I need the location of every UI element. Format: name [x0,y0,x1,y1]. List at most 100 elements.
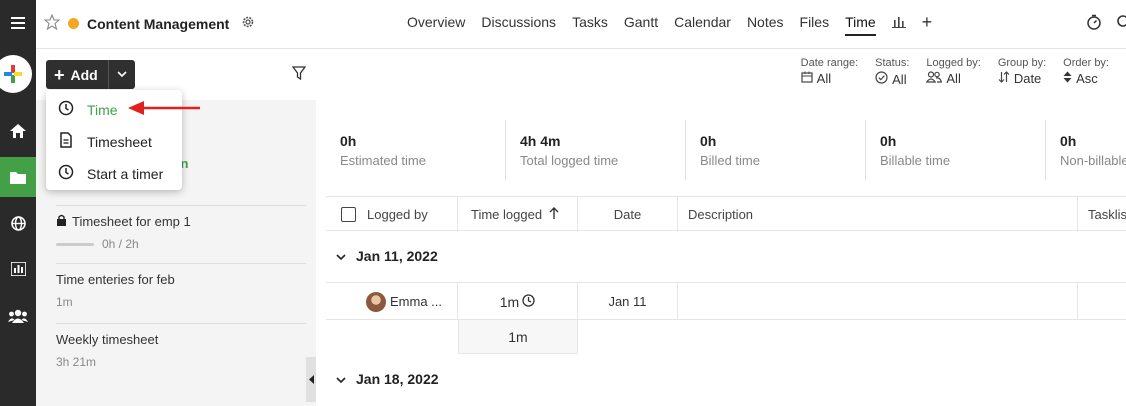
chevron-down-icon [336,371,346,387]
search-icon[interactable] [1116,14,1126,33]
summary-value: 0h [340,133,357,149]
time-logged-column[interactable]: Time logged [458,197,578,232]
group-date: Jan 11, 2022 [356,248,438,264]
logged-by-cell: Emma ... [326,283,458,320]
description-column[interactable]: Description [678,197,1078,232]
filter-label: Status: [875,57,910,69]
quick-add-icon[interactable] [0,55,32,93]
add-tab-icon[interactable]: + [922,13,933,36]
summary-card-billable: 0h Billable time [866,120,1046,180]
time-logged-cell[interactable]: 1m [458,283,578,320]
add-button[interactable]: + Add [46,60,135,89]
filter-value: Asc [1076,71,1098,86]
table-row[interactable]: Emma ... 1m Jan 11 [326,282,1126,320]
home-icon[interactable] [0,111,36,151]
plus-icon: + [54,64,65,85]
projects-folder-icon[interactable] [0,157,36,197]
user-name: Emma ... [390,294,443,309]
time-log-table: Logged by Time logged Date Description T… [326,196,1126,406]
menu-item-label: Timesheet [87,133,152,150]
group-by-filter[interactable]: Group by: Date [998,57,1046,87]
list-item[interactable]: Weekly timesheet 3h 21m [56,332,306,384]
column-header-label: Tasklist [1088,207,1126,222]
filter-bar: Date range: All Status: All Logged by: A… [801,57,1126,87]
time-value: 1m [499,293,520,310]
tasklist-cell[interactable] [1078,283,1126,320]
people-icon[interactable] [0,296,36,336]
tab-tasks[interactable]: Tasks [572,14,608,36]
date-group-header[interactable]: Jan 11, 2022 [336,248,438,264]
filter-value: All [946,71,961,86]
column-header-label: Date [613,207,642,222]
tab-gantt[interactable]: Gantt [624,14,658,36]
globe-icon[interactable] [0,203,36,243]
description-cell[interactable] [678,283,1078,320]
filter-value: All [816,71,832,86]
filter-value: Date [1013,71,1042,86]
select-all-checkbox[interactable] [341,207,356,222]
timesheet-title: Timesheet for emp 1 [72,214,191,229]
star-icon[interactable] [43,13,61,33]
summary-label: Billable time [880,153,951,168]
tasklist-column[interactable]: Tasklist [1078,197,1126,232]
calendar-icon [801,71,813,86]
tab-overview[interactable]: Overview [407,14,465,36]
order-by-filter[interactable]: Order by: Asc [1063,57,1109,87]
menu-item-timesheet[interactable]: Timesheet [58,132,152,151]
red-arrow-annotation [128,101,200,115]
date-cell[interactable]: Jan 11 [578,283,678,320]
filter-label: Logged by: [926,57,981,69]
date-column[interactable]: Date [578,197,678,232]
menu-item-label: Time [87,101,118,118]
timesheet-title: Time enteries for feb [56,272,175,287]
check-circle-icon [875,71,888,87]
tab-notes[interactable]: Notes [747,14,784,36]
summary-value: 0h [1060,133,1077,149]
menu-item-start-timer[interactable]: Start a timer [58,164,163,183]
tab-calendar[interactable]: Calendar [674,14,731,36]
summary-label: Total logged time [520,153,619,168]
sort-ascending-icon [549,207,559,222]
hamburger-menu-icon[interactable] [0,3,36,43]
group-subtotal: 1m [458,320,578,354]
reports-icon[interactable] [0,249,36,289]
filter-label: Group by: [997,57,1047,69]
logged-by-column[interactable]: Logged by [326,197,458,232]
summary-card-logged: 4h 4m Total logged time [506,120,686,180]
top-bar: Content Management Overview Discussions … [36,0,1126,49]
list-item[interactable]: Timesheet for emp 1 0h / 2h [56,214,306,264]
date-range-filter[interactable]: Date range: All [801,57,858,87]
gear-icon[interactable] [241,15,255,32]
tab-time[interactable]: Time [845,14,876,36]
chevron-down-icon[interactable] [109,60,135,89]
date-group-header[interactable]: Jan 18, 2022 [336,371,439,387]
time-summary: 0h Estimated time 4h 4m Total logged tim… [326,120,1126,180]
summary-card-non-billable: 0h Non-billable [1046,120,1126,180]
timer-icon[interactable] [1086,14,1102,33]
filter-icon[interactable] [291,66,307,83]
menu-item-time[interactable]: Time [58,100,118,119]
project-title: Content Management [87,15,230,32]
project-tabs: Overview Discussions Tasks Gantt Calenda… [407,13,948,36]
summary-card-estimated: 0h Estimated time [326,120,506,180]
tab-files[interactable]: Files [800,14,830,36]
summary-value: 0h [700,133,717,149]
column-header-label: Logged by [367,207,428,222]
summary-label: Estimated time [340,153,426,168]
status-filter[interactable]: Status: All [875,57,909,87]
timesheet-total: 0h / 2h [102,237,139,251]
summary-label: Billed time [700,153,760,168]
collapse-panel-handle[interactable] [306,357,316,402]
bar-chart-icon[interactable] [891,15,906,36]
add-button-main[interactable]: + Add [46,60,109,89]
add-button-label: Add [70,66,98,83]
avatar [366,291,386,312]
summary-value: 4h 4m [520,133,561,149]
list-item[interactable]: Time enteries for feb 1m [56,272,306,324]
logged-by-filter[interactable]: Logged by: All [926,57,981,87]
clock-icon [522,293,535,310]
document-icon [58,132,74,151]
chevron-down-icon [336,248,346,264]
tab-discussions[interactable]: Discussions [481,14,556,36]
filter-label: Order by: [1063,57,1109,69]
